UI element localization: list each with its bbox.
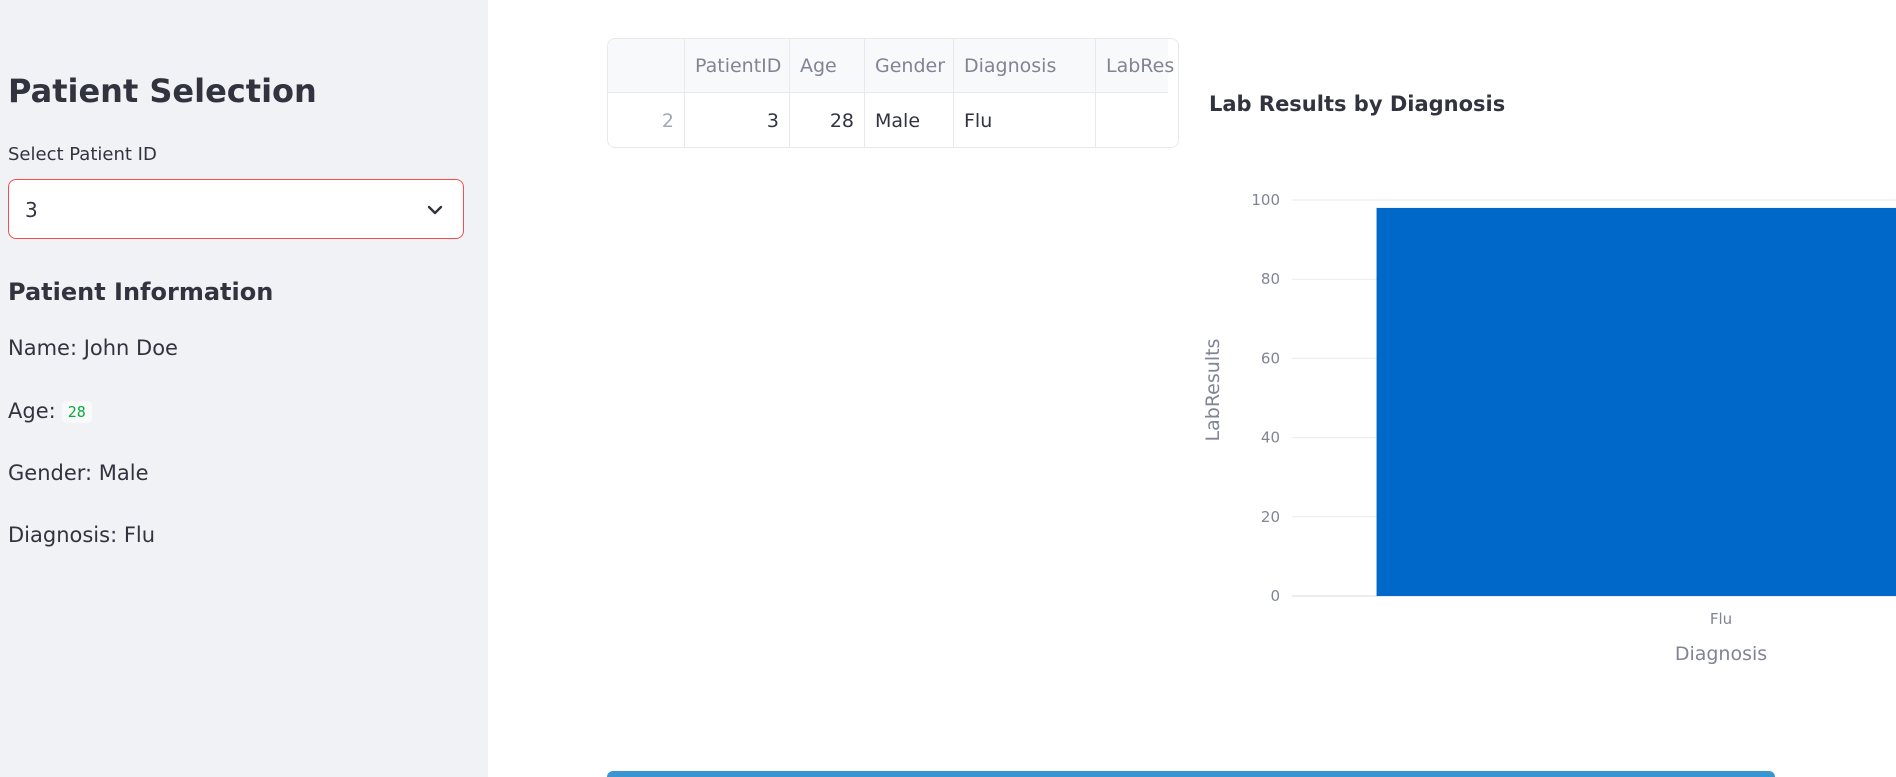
- table-cell-gender[interactable]: Male: [865, 93, 954, 147]
- table-cell-age[interactable]: 28: [790, 93, 865, 147]
- table-header: PatientID Age Gender Diagnosis LabRes: [608, 39, 1174, 93]
- chart-y-ticks: 0 20 40 60 80 100: [1251, 191, 1280, 605]
- table-cell-diagnosis[interactable]: Flu: [954, 93, 1096, 147]
- chevron-down-icon: [427, 205, 443, 215]
- y-tick-label: 40: [1261, 429, 1280, 447]
- table-cell-patientid[interactable]: 3: [685, 93, 790, 147]
- y-axis-title: LabResults: [1202, 339, 1224, 442]
- sidebar: Patient Selection Select Patient ID 3 Pa…: [0, 0, 488, 777]
- column-header-age[interactable]: Age: [790, 39, 865, 92]
- lab-results-bar-chart[interactable]: 0 20 40 60 80 100 Flu LabResults Diagnosis: [1200, 150, 1896, 670]
- column-header-labresults[interactable]: LabRes: [1096, 39, 1176, 92]
- patient-dataframe[interactable]: PatientID Age Gender Diagnosis LabRes 2 …: [607, 38, 1179, 148]
- column-header-gender[interactable]: Gender: [865, 39, 954, 92]
- column-header-diagnosis[interactable]: Diagnosis: [954, 39, 1096, 92]
- column-header-index[interactable]: [608, 39, 685, 92]
- table-cell-labresults[interactable]: [1096, 93, 1176, 147]
- patient-id-select-value: 3: [25, 198, 38, 222]
- y-tick-label: 100: [1251, 191, 1280, 209]
- chart-bars: [1376, 207, 1896, 597]
- chart-x-ticks: Flu: [1710, 610, 1732, 628]
- column-header-patientid[interactable]: PatientID: [685, 39, 790, 92]
- x-axis-title: Diagnosis: [1675, 643, 1767, 665]
- y-tick-label: 80: [1261, 270, 1280, 288]
- bottom-bar: [607, 771, 1775, 777]
- patient-diagnosis: Diagnosis: Flu: [8, 523, 156, 547]
- patient-info-heading: Patient Information: [8, 278, 274, 306]
- patient-gender: Gender: Male: [8, 461, 149, 485]
- y-tick-label: 60: [1261, 349, 1280, 367]
- bar-flu[interactable]: [1376, 207, 1896, 597]
- x-tick-label: Flu: [1710, 610, 1732, 628]
- y-tick-label: 0: [1270, 587, 1280, 605]
- select-patient-label: Select Patient ID: [8, 144, 157, 165]
- patient-age-value: 28: [61, 401, 92, 423]
- patient-age: Age: 28: [8, 399, 92, 423]
- patient-id-select[interactable]: 3: [8, 179, 464, 239]
- sidebar-title: Patient Selection: [8, 72, 317, 110]
- patient-age-label: Age:: [8, 399, 56, 423]
- table-cell-index[interactable]: 2: [608, 93, 685, 147]
- chart-title: Lab Results by Diagnosis: [1209, 92, 1506, 116]
- table-row[interactable]: 2 3 28 Male Flu: [608, 93, 1168, 147]
- patient-name: Name: John Doe: [8, 336, 178, 360]
- y-tick-label: 20: [1261, 508, 1280, 526]
